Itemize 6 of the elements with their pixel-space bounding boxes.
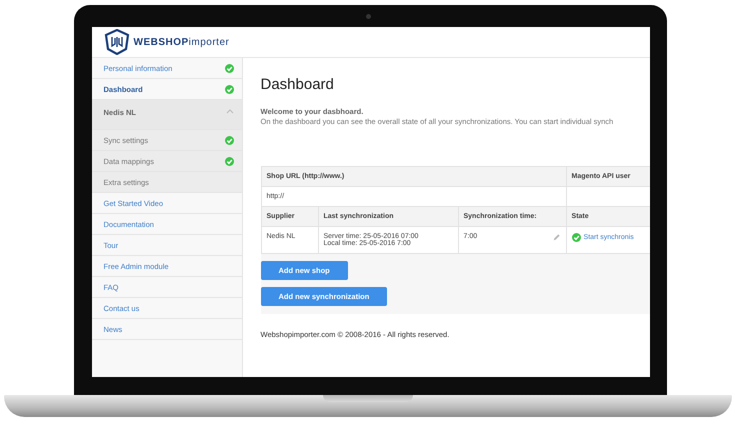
page-title: Dashboard xyxy=(260,76,335,93)
chevron-icon xyxy=(226,108,234,114)
camera-icon xyxy=(366,14,370,19)
pencil-icon[interactable] xyxy=(552,233,561,242)
logo-icon xyxy=(104,29,130,55)
logo-text: WEBSHOPimporter xyxy=(134,36,230,48)
